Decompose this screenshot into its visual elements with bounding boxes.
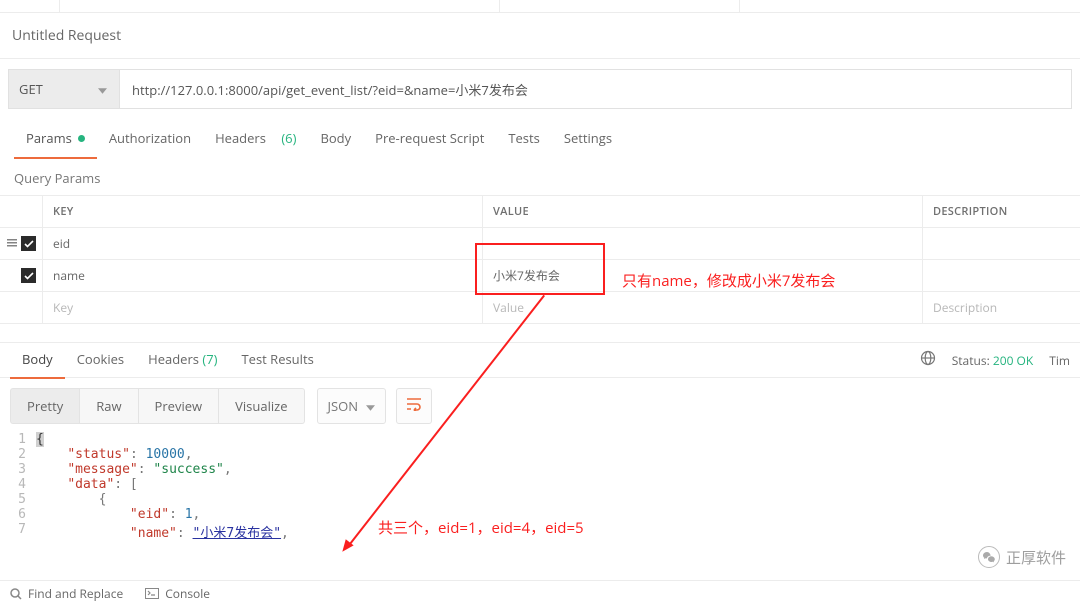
tab-strip [0, 0, 1080, 13]
status-label: Status: 200 OK [952, 352, 1034, 369]
tab-authorization[interactable]: Authorization [97, 119, 203, 159]
request-tabs: Params Authorization Headers (6) Body Pr… [0, 119, 1080, 159]
tab-params[interactable]: Params [14, 119, 97, 159]
param-desc-input[interactable] [922, 228, 1080, 259]
drag-handle-icon[interactable] [7, 235, 17, 252]
annotation-box [475, 243, 605, 295]
viewer-raw-button[interactable]: Raw [80, 388, 138, 424]
param-desc-placeholder[interactable]: Description [922, 292, 1080, 323]
table-header-key: KEY [42, 196, 482, 227]
tab-tests[interactable]: Tests [496, 119, 551, 159]
table-row-empty[interactable]: Key Value Description [0, 292, 1080, 324]
console-button[interactable]: Console [145, 585, 210, 602]
res-tab-cookies[interactable]: Cookies [65, 341, 136, 379]
format-select[interactable]: JSON [317, 388, 387, 424]
wechat-icon [978, 546, 1000, 568]
dot-indicator-icon [78, 135, 85, 142]
request-title[interactable]: Untitled Request [0, 13, 1080, 59]
checkbox-icon[interactable] [21, 268, 36, 283]
res-tab-body[interactable]: Body [10, 341, 65, 379]
request-row: GET http://127.0.0.1:8000/api/get_event_… [0, 59, 1080, 119]
res-tab-testresults[interactable]: Test Results [230, 341, 326, 379]
globe-icon[interactable] [920, 350, 936, 370]
table-header-value: VALUE [482, 196, 922, 227]
tab-body[interactable]: Body [308, 119, 363, 159]
url-input[interactable]: http://127.0.0.1:8000/api/get_event_list… [120, 69, 1072, 109]
time-label: Tim [1049, 352, 1070, 369]
wrap-lines-button[interactable] [396, 388, 432, 424]
annotation-text-1: 只有name，修改成小米7发布会 [622, 270, 835, 291]
chevron-down-icon [98, 80, 107, 98]
tab-prerequest[interactable]: Pre-request Script [363, 119, 496, 159]
find-replace-button[interactable]: Find and Replace [10, 585, 123, 602]
response-tabs: Body Cookies Headers (7) Test Results St… [0, 342, 1080, 378]
param-key-input[interactable]: name [42, 260, 482, 291]
chevron-down-icon [366, 397, 375, 415]
watermark: 正厚软件 [978, 546, 1066, 568]
viewer-visualize-button[interactable]: Visualize [219, 388, 304, 424]
viewer-pretty-button[interactable]: Pretty [10, 388, 80, 424]
table-header-desc: DESCRIPTION [922, 196, 1080, 227]
param-key-input[interactable]: eid [42, 228, 482, 259]
http-method-label: GET [19, 80, 43, 98]
annotation-text-2: 共三个，eid=1，eid=4，eid=5 [378, 517, 584, 538]
tab-settings[interactable]: Settings [552, 119, 624, 159]
param-key-placeholder[interactable]: Key [42, 292, 482, 323]
http-method-select[interactable]: GET [8, 69, 120, 109]
res-tab-headers[interactable]: Headers (7) [136, 341, 229, 379]
param-desc-input[interactable] [922, 260, 1080, 291]
table-header: KEY VALUE DESCRIPTION [0, 196, 1080, 228]
tab-headers[interactable]: Headers (6) [203, 119, 308, 159]
viewer-bar: Pretty Raw Preview Visualize JSON [0, 378, 1080, 424]
footer-bar: Find and Replace Console [0, 580, 1080, 606]
checkbox-icon[interactable] [21, 236, 36, 251]
query-params-label: Query Params [0, 159, 1080, 195]
viewer-preview-button[interactable]: Preview [139, 388, 220, 424]
param-value-placeholder[interactable]: Value [482, 292, 922, 323]
